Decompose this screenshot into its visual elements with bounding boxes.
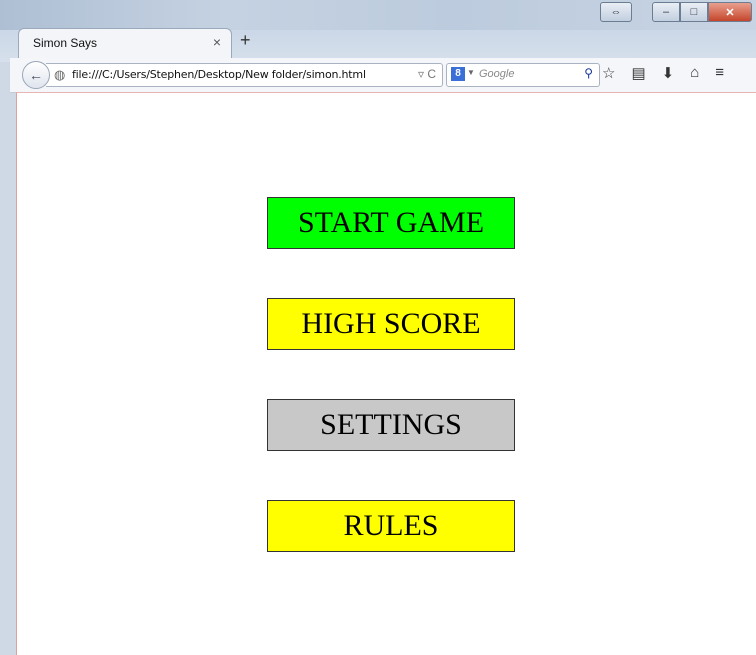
search-engine-dropdown-icon[interactable]: ▼	[467, 68, 475, 77]
menu-icon[interactable]: ≡	[715, 64, 724, 82]
search-bar[interactable]: 8 ▼ Google ⚲	[446, 63, 600, 87]
settings-button[interactable]: SETTINGS	[267, 399, 515, 451]
reload-icon[interactable]: ▿ C	[418, 67, 436, 81]
tab-close-icon[interactable]: ×	[213, 34, 221, 50]
rules-button[interactable]: RULES	[267, 500, 515, 552]
toolbar-icons: ☆ ▤ ⬇ ⌂ ≡	[602, 64, 724, 82]
tab-title: Simon Says	[33, 36, 98, 50]
tab-simon-says[interactable]: Simon Says ×	[18, 28, 232, 59]
close-window-button[interactable]: ✕	[708, 2, 752, 22]
url-bar[interactable]: ◍ file:///C:/Users/Stephen/Desktop/New f…	[46, 63, 443, 87]
minimize-button[interactable]: –	[652, 2, 680, 22]
search-icon[interactable]: ⚲	[584, 66, 593, 80]
home-icon[interactable]: ⌂	[690, 64, 699, 82]
search-placeholder[interactable]: Google	[479, 68, 514, 80]
window-controls: ⇔ – □ ✕	[600, 2, 752, 22]
bookmark-star-icon[interactable]: ☆	[602, 64, 615, 82]
search-engine-icon[interactable]: 8	[451, 67, 465, 81]
page-content: START GAME HIGH SCORE SETTINGS RULES	[16, 92, 756, 655]
url-text[interactable]: file:///C:/Users/Stephen/Desktop/New fol…	[72, 68, 366, 81]
restore-icon[interactable]: ⇔	[600, 2, 632, 22]
download-icon[interactable]: ⬇	[662, 64, 675, 82]
back-button[interactable]: ←	[22, 61, 50, 89]
start-game-button[interactable]: START GAME	[267, 197, 515, 249]
high-score-button[interactable]: HIGH SCORE	[267, 298, 515, 350]
new-tab-button[interactable]: +	[240, 30, 251, 51]
globe-icon: ◍	[54, 67, 66, 82]
maximize-button[interactable]: □	[680, 2, 708, 22]
bookmarks-menu-icon[interactable]: ▤	[631, 64, 645, 82]
navigation-toolbar: ◍ file:///C:/Users/Stephen/Desktop/New f…	[10, 58, 756, 93]
